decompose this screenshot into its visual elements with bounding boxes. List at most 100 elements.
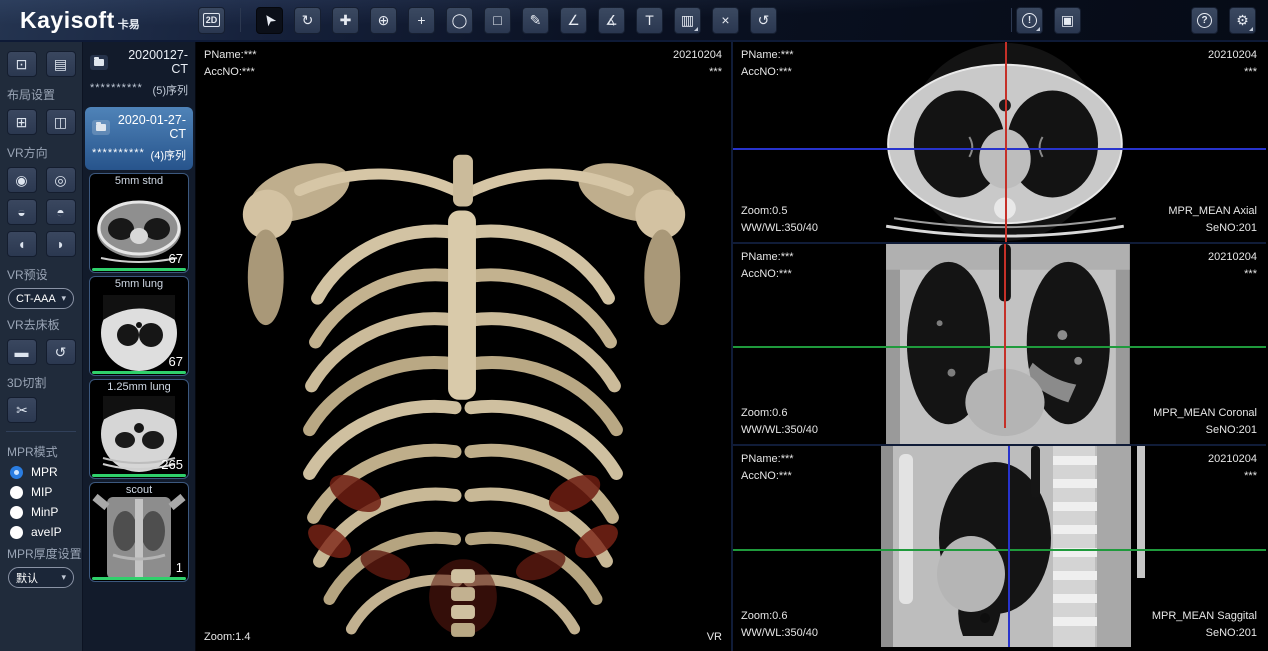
study-series-count: (4)序列 [151,147,186,163]
vr-head-front-button[interactable]: ◒ [7,199,37,225]
crosshair-icon: + [417,12,425,28]
tool-measure-list[interactable]: ▥ [674,7,701,34]
coronal-crosshair-vertical[interactable] [1004,244,1006,428]
sagittal-zoom: Zoom:0.6 [741,608,818,625]
study-item-2020-01-27[interactable]: 2020-01-27-CT ********** (4)序列 [85,107,193,170]
radio-dot-minp [10,506,23,519]
vr-zoom: Zoom:1.4 [204,629,250,646]
vr-preset-select[interactable]: CT-AAA ▾ [8,288,74,309]
rectangle-icon: □ [493,12,501,28]
tool-pencil[interactable]: ✎ [522,7,549,34]
axial-crosshair-vertical[interactable] [1005,42,1007,242]
axial-viewport[interactable]: PName:*** AccNO:*** 20210204 *** Zoom:0.… [733,42,1266,244]
vr-anterior-button[interactable]: ◉ [7,167,37,193]
layout-report-button[interactable]: ⊡ [7,51,37,77]
vr-left-icon: ◖ [17,236,25,252]
vr-preset-value: CT-AAA [16,293,56,305]
axial-stars: *** [1208,64,1257,81]
sagittal-crosshair-vertical[interactable] [1008,446,1010,647]
tool-rotate-3d[interactable]: ↻ [294,7,321,34]
axial-title: MPR_MEAN Axial [1168,203,1257,220]
ellipse-icon: ◯ [452,12,468,29]
thumbnail-label: scout [90,484,188,496]
tool-delete[interactable]: × [712,7,739,34]
tool-rectangle[interactable]: □ [484,7,511,34]
axial-crosshair-horizontal[interactable] [733,148,1266,150]
vr-right-icon: ◗ [56,236,64,252]
coronal-accno: AccNO:*** [741,266,794,283]
radio-label-mpr: MPR [31,465,58,479]
sagittal-wwwl: WW/WL:350/40 [741,625,818,642]
axial-date-overlay: 20210204 *** [1208,47,1257,81]
tool-cobb-angle[interactable]: ∡ [598,7,625,34]
thumbnail-label: 5mm stnd [90,175,188,187]
vr-right-button[interactable]: ◗ [46,231,76,257]
tool-settings[interactable]: ⚙ [1229,7,1256,34]
vr-left-button[interactable]: ◖ [7,231,37,257]
radio-minp[interactable]: MinP [0,502,82,522]
rotate-3d-icon: ↻ [302,12,314,29]
cut-knife-button[interactable]: ✂ [7,397,37,423]
sagittal-title-overlay: MPR_MEAN Saggital SeNO:201 [1152,608,1257,642]
layout-grid-button[interactable]: ⊞ [7,109,37,135]
mpr-thickness-label: MPR厚度设置 [0,542,82,564]
thumbnail-label: 1.25mm lung [90,381,188,393]
left-sidebar: ⊡ ▤ 布局设置 ⊞ ◫ VR方向 ◉ ◎ ◒ ◓ ◖ ◗ VR预设 CT-AA… [0,42,83,651]
tool-save[interactable]: ▣ [1054,7,1081,34]
series-thumbnail-5mm-lung[interactable]: 5mm lung 67 [89,276,189,376]
coronal-date-overlay: 20210204 *** [1208,249,1257,283]
layout-split-button[interactable]: ◫ [46,109,76,135]
coronal-seno: SeNO:201 [1153,422,1257,439]
radio-aveip[interactable]: aveIP [0,522,82,542]
tool-text[interactable]: T [636,7,663,34]
radio-label-mip: MIP [31,485,52,499]
radio-mpr[interactable]: MPR [0,462,82,482]
chevron-down-icon: ▾ [61,572,66,583]
bed-icon: ▬ [15,344,29,360]
vr-accno: AccNO:*** [204,64,257,81]
coronal-zoom-overlay: Zoom:0.6 WW/WL:350/40 [741,405,818,439]
study-item-20200127[interactable]: 20200127-CT ********** (5)序列 [83,42,195,105]
layout-report-icon: ⊡ [16,56,28,73]
tool-help[interactable]: ? [1191,7,1218,34]
thumbnail-image [90,493,188,579]
tool-view-2d[interactable]: 2D [198,7,225,34]
series-thumbnail-scout[interactable]: scout 1 [89,482,189,582]
sagittal-viewport[interactable]: PName:*** AccNO:*** 20210204 *** Zoom:0.… [733,446,1266,647]
vr-rendering [196,42,731,651]
thumbnail-progress-bar [92,371,186,374]
sagittal-crosshair-horizontal[interactable] [733,549,1266,551]
tool-zoom[interactable]: ⊕ [370,7,397,34]
tool-angle[interactable]: ∠ [560,7,587,34]
save-icon: ▣ [1061,12,1074,29]
tool-info[interactable]: ! [1016,7,1043,34]
coronal-crosshair-horizontal[interactable] [733,346,1266,348]
series-thumbnail-5mm-stnd[interactable]: 5mm stnd 67 [89,173,189,273]
study-date: 20200127-CT [114,48,188,76]
axial-seno: SeNO:201 [1168,220,1257,237]
tool-reset[interactable]: ↺ [750,7,777,34]
reset-icon: ↺ [758,12,770,29]
coronal-pname: PName:*** [741,249,794,266]
vr-posterior-button[interactable]: ◎ [46,167,76,193]
text-icon: T [645,12,654,28]
vr-date: 20210204 [673,47,722,64]
radio-mip[interactable]: MIP [0,482,82,502]
coronal-viewport[interactable]: PName:*** AccNO:*** 20210204 *** Zoom:0.… [733,244,1266,446]
restore-bed-button[interactable]: ↺ [46,339,76,365]
series-thumbnail-125mm-lung[interactable]: 1.25mm lung 265 [89,379,189,479]
tool-pan[interactable]: ✚ [332,7,359,34]
vr-head-back-button[interactable]: ◓ [46,199,76,225]
settings-icon: ⚙ [1236,12,1249,29]
tool-crosshair[interactable]: + [408,7,435,34]
restore-icon: ↺ [55,344,67,361]
tool-cursor[interactable]: ➤ [256,7,283,34]
tool-ellipse[interactable]: ◯ [446,7,473,34]
vr-viewport[interactable]: PName:*** AccNO:*** 20210204 *** Zoom:1.… [196,42,733,651]
thumbnail-slice-count: 67 [169,251,183,266]
bed-removal-label: VR去床板 [0,313,82,335]
mpr-thickness-select[interactable]: 默认 ▾ [8,567,74,588]
layout-panel-button[interactable]: ▤ [46,51,76,77]
sagittal-zoom-overlay: Zoom:0.6 WW/WL:350/40 [741,608,818,642]
remove-bed-button[interactable]: ▬ [7,339,37,365]
